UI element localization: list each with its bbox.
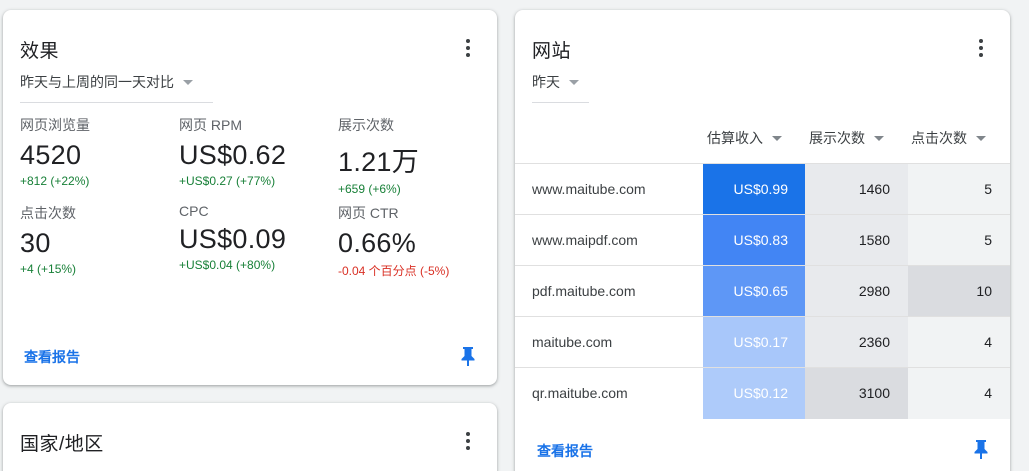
revenue-cell: US$0.99 [703, 164, 805, 215]
caret-down-icon [569, 79, 579, 85]
metric-delta: +4 (+15%) [20, 262, 77, 276]
column-header-impressions[interactable]: 展示次数 [809, 128, 884, 148]
revenue-cell: US$0.17 [703, 317, 805, 368]
table-row: www.maitube.com US$0.99 1460 5 [515, 163, 1010, 215]
metric-label: 展示次数 [338, 117, 394, 133]
metric-label: 点击次数 [20, 205, 76, 221]
clicks-cell: 4 [908, 317, 1010, 368]
table-row: qr.maitube.com US$0.12 3100 4 [515, 367, 1010, 419]
metric-value: 4520 [20, 140, 82, 170]
comparison-label: 昨天与上周的同一天对比 [20, 74, 174, 90]
metric-impressions: 展示次数 1.21万 +659 (+6%) [338, 115, 419, 196]
impressions-cell: 3100 [805, 368, 908, 419]
site-name[interactable]: pdf.maitube.com [532, 266, 636, 317]
more-options-icon[interactable] [458, 429, 478, 453]
impressions-cell: 2980 [805, 266, 908, 317]
performance-card: 效果 昨天与上周的同一天对比 网页浏览量 4520 +812 (+22%) 网页… [3, 10, 497, 385]
country-region-card: 国家/地区 [3, 403, 497, 471]
revenue-cell: US$0.83 [703, 215, 805, 266]
column-label: 估算收入 [707, 130, 763, 146]
table-row: maitube.com US$0.17 2360 4 [515, 316, 1010, 368]
country-region-title: 国家/地区 [20, 434, 104, 455]
pin-icon[interactable] [972, 438, 990, 460]
clicks-cell: 4 [908, 368, 1010, 419]
metric-delta: +US$0.04 (+80%) [179, 258, 276, 272]
metric-page-ctr: 网页 CTR 0.66% -0.04 个百分点 (-5%) [338, 203, 449, 279]
metric-pageviews: 网页浏览量 4520 +812 (+22%) [20, 115, 90, 188]
clicks-cell: 5 [908, 164, 1010, 215]
site-name[interactable]: maitube.com [532, 317, 612, 368]
metric-value: 1.21万 [338, 147, 420, 177]
column-header-clicks[interactable]: 点击次数 [911, 128, 986, 148]
pin-icon[interactable] [459, 345, 477, 367]
revenue-cell: US$0.12 [703, 368, 805, 419]
site-name[interactable]: www.maitube.com [532, 164, 646, 215]
impressions-cell: 2360 [805, 317, 908, 368]
column-label: 展示次数 [809, 130, 865, 146]
metric-cpc: CPC US$0.09 +US$0.04 (+80%) [179, 203, 286, 272]
view-report-link[interactable]: 查看报告 [537, 441, 593, 461]
column-header-revenue[interactable]: 估算收入 [707, 128, 782, 148]
metric-delta: +US$0.27 (+77%) [179, 174, 276, 188]
metric-value: 30 [20, 228, 51, 258]
clicks-cell: 5 [908, 215, 1010, 266]
site-name[interactable]: www.maipdf.com [532, 215, 638, 266]
metric-clicks: 点击次数 30 +4 (+15%) [20, 203, 76, 276]
sort-caret-icon [772, 135, 782, 141]
metric-value: 0.66% [338, 228, 417, 258]
clicks-cell: 10 [908, 266, 1010, 317]
metric-delta: +659 (+6%) [338, 182, 401, 196]
more-options-icon[interactable] [971, 36, 991, 60]
sort-caret-icon [976, 135, 986, 141]
impressions-cell: 1580 [805, 215, 908, 266]
metric-label: 网页 RPM [179, 117, 242, 133]
table-row: pdf.maitube.com US$0.65 2980 10 [515, 265, 1010, 317]
metric-delta: -0.04 个百分点 (-5%) [338, 264, 450, 278]
metric-page-rpm: 网页 RPM US$0.62 +US$0.27 (+77%) [179, 115, 286, 188]
metric-value: US$0.62 [179, 140, 287, 170]
metric-label: CPC [179, 203, 209, 219]
period-dropdown[interactable]: 昨天 [532, 72, 589, 103]
site-name[interactable]: qr.maitube.com [532, 368, 628, 419]
view-report-link[interactable]: 查看报告 [24, 347, 80, 367]
column-label: 点击次数 [911, 130, 967, 146]
impressions-cell: 1460 [805, 164, 908, 215]
comparison-dropdown[interactable]: 昨天与上周的同一天对比 [20, 72, 213, 103]
metric-value: US$0.09 [179, 224, 287, 254]
metric-label: 网页浏览量 [20, 117, 90, 133]
caret-down-icon [183, 79, 193, 85]
sort-caret-icon [874, 135, 884, 141]
performance-title: 效果 [20, 41, 60, 62]
period-label: 昨天 [532, 74, 560, 90]
more-options-icon[interactable] [458, 36, 478, 60]
metric-label: 网页 CTR [338, 205, 399, 221]
sites-card: 网站 昨天 估算收入 展示次数 点击次数 www.maitube.com US$… [515, 10, 1010, 471]
table-row: www.maipdf.com US$0.83 1580 5 [515, 214, 1010, 266]
metric-delta: +812 (+22%) [20, 174, 90, 188]
sites-title: 网站 [532, 41, 572, 62]
revenue-cell: US$0.65 [703, 266, 805, 317]
